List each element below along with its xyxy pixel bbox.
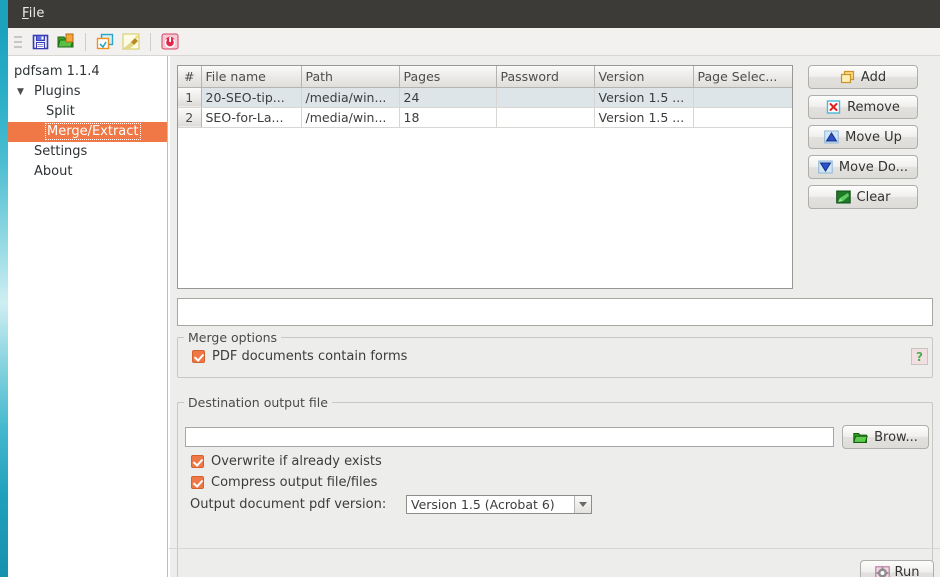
table-header-row: # File name Path Pages Password Version … bbox=[178, 66, 792, 88]
cell-password[interactable] bbox=[496, 107, 595, 128]
cell-filename: SEO-for-La... bbox=[201, 107, 302, 128]
column-header-num[interactable]: # bbox=[178, 66, 202, 88]
merge-extract-panel: # File name Path Pages Password Version … bbox=[169, 56, 940, 577]
pdf-version-value: Version 1.5 (Acrobat 6) bbox=[411, 497, 555, 512]
tree-item-split[interactable]: Split bbox=[8, 102, 167, 122]
tree-item-label: Settings bbox=[34, 144, 88, 159]
gear-icon bbox=[874, 565, 890, 577]
add-button[interactable]: Add bbox=[808, 65, 918, 89]
pdf-version-label: Output document pdf version: bbox=[190, 497, 387, 512]
tree-item-label: About bbox=[34, 164, 73, 179]
move-up-button-label: Move Up bbox=[845, 129, 902, 145]
clear-button[interactable]: Clear bbox=[808, 185, 918, 209]
run-button[interactable]: Run bbox=[860, 560, 934, 577]
pdfsam-window: File pdfsam 1.1.4 ▼ Plugins Split Merge/… bbox=[0, 0, 940, 577]
windows-icon[interactable] bbox=[92, 30, 118, 54]
open-icon[interactable] bbox=[53, 30, 79, 54]
column-header-pages[interactable]: Pages bbox=[399, 66, 497, 88]
merge-options-group: Merge options PDF documents contain form… bbox=[177, 330, 933, 378]
remove-button-label: Remove bbox=[847, 99, 900, 115]
destination-legend: Destination output file bbox=[184, 395, 332, 410]
merge-options-legend: Merge options bbox=[184, 330, 282, 345]
tree-item-plugins[interactable]: ▼ Plugins bbox=[8, 82, 167, 102]
remove-x-icon bbox=[826, 100, 841, 114]
broom-icon[interactable] bbox=[118, 30, 144, 54]
add-button-label: Add bbox=[860, 69, 887, 85]
browse-button-label: Brow... bbox=[874, 429, 918, 445]
move-down-button[interactable]: Move Do... bbox=[808, 155, 918, 179]
cell-page-selection[interactable] bbox=[693, 107, 792, 128]
cell-pages: 24 bbox=[399, 87, 497, 108]
move-down-button-label: Move Do... bbox=[838, 159, 909, 175]
tree-item-merge-extract[interactable]: Merge/Extract bbox=[8, 122, 167, 142]
tree-item-label: Plugins bbox=[34, 84, 81, 99]
cell-path: /media/win... bbox=[301, 107, 400, 128]
overwrite-label: Overwrite if already exists bbox=[211, 454, 382, 469]
tree-item-pdfsam-root[interactable]: pdfsam 1.1.4 bbox=[8, 62, 167, 82]
row-number: 1 bbox=[178, 87, 202, 108]
help-question-glyph: ? bbox=[916, 349, 923, 364]
browse-button[interactable]: Brow... bbox=[842, 425, 929, 449]
chevron-down-icon[interactable] bbox=[574, 496, 591, 513]
clear-broom-icon bbox=[835, 190, 851, 204]
column-header-password[interactable]: Password bbox=[496, 66, 595, 88]
chevron-down-icon[interactable]: ▼ bbox=[17, 82, 24, 102]
panel-divider bbox=[169, 548, 940, 549]
clear-button-label: Clear bbox=[856, 189, 891, 205]
row-number: 2 bbox=[178, 107, 202, 128]
overwrite-checkbox[interactable] bbox=[191, 455, 204, 468]
cell-filename: 20-SEO-tip... bbox=[201, 87, 302, 108]
add-documents-icon bbox=[840, 70, 855, 84]
cell-password[interactable] bbox=[496, 87, 595, 108]
cell-page-selection[interactable] bbox=[693, 87, 792, 108]
move-up-icon bbox=[824, 130, 839, 144]
destination-output-group: Destination output file Brow... Overwrit… bbox=[177, 395, 933, 577]
cell-version: Version 1.5 ... bbox=[594, 87, 694, 108]
tree-item-label: pdfsam 1.1.4 bbox=[14, 64, 100, 79]
desktop-background-top bbox=[0, 0, 8, 28]
tree-item-label: Split bbox=[46, 104, 75, 119]
table-row[interactable]: 2 SEO-for-La... /media/win... 18 Version… bbox=[178, 107, 792, 128]
cell-path: /media/win... bbox=[301, 87, 400, 108]
tree-item-label: Merge/Extract bbox=[45, 123, 141, 140]
save-icon[interactable] bbox=[27, 30, 53, 54]
pdf-forms-checkbox[interactable] bbox=[192, 350, 205, 363]
sidebar-tree: pdfsam 1.1.4 ▼ Plugins Split Merge/Extra… bbox=[8, 56, 168, 577]
cell-version: Version 1.5 ... bbox=[594, 107, 694, 128]
file-list-table[interactable]: # File name Path Pages Password Version … bbox=[177, 65, 793, 289]
column-header-version[interactable]: Version bbox=[594, 66, 694, 88]
toolbar-separator-2 bbox=[150, 32, 151, 51]
pdf-forms-label: PDF documents contain forms bbox=[212, 349, 408, 364]
compress-checkbox[interactable] bbox=[191, 476, 204, 489]
move-down-icon bbox=[818, 160, 833, 174]
run-button-label: Run bbox=[894, 565, 920, 577]
compress-checkbox-row[interactable]: Compress output file/files bbox=[191, 475, 377, 490]
cell-pages: 18 bbox=[399, 107, 497, 128]
file-actions-buttons: Add Remove Move Up Move Do... Clear bbox=[808, 65, 918, 215]
menu-bar: File bbox=[8, 0, 940, 28]
pdf-forms-checkbox-row[interactable]: PDF documents contain forms bbox=[192, 349, 407, 364]
power-icon[interactable] bbox=[157, 30, 183, 54]
menu-file-mnemonic: F bbox=[22, 6, 29, 21]
destination-path-input[interactable] bbox=[185, 427, 834, 447]
toolbar-drag-handle[interactable] bbox=[12, 32, 24, 52]
move-up-button[interactable]: Move Up bbox=[808, 125, 918, 149]
menu-item-file[interactable]: File bbox=[12, 2, 55, 26]
remove-button[interactable]: Remove bbox=[808, 95, 918, 119]
column-header-page-selection[interactable]: Page Selec... bbox=[693, 66, 792, 88]
column-header-filename[interactable]: File name bbox=[201, 66, 302, 88]
merge-options-help-icon[interactable]: ? bbox=[911, 348, 928, 365]
desktop-background-strip bbox=[0, 28, 8, 577]
toolbar-separator-1 bbox=[85, 32, 86, 51]
open-folder-icon bbox=[853, 431, 868, 444]
column-header-path[interactable]: Path bbox=[301, 66, 400, 88]
toolbar bbox=[8, 28, 940, 56]
tree-item-about[interactable]: About bbox=[8, 162, 167, 182]
pdf-version-select[interactable]: Version 1.5 (Acrobat 6) bbox=[406, 495, 592, 514]
tree-item-settings[interactable]: Settings bbox=[8, 142, 167, 162]
compress-label: Compress output file/files bbox=[211, 475, 378, 490]
merge-text-input[interactable] bbox=[177, 298, 933, 326]
overwrite-checkbox-row[interactable]: Overwrite if already exists bbox=[191, 454, 382, 469]
table-row[interactable]: 1 20-SEO-tip... /media/win... 24 Version… bbox=[178, 87, 792, 108]
